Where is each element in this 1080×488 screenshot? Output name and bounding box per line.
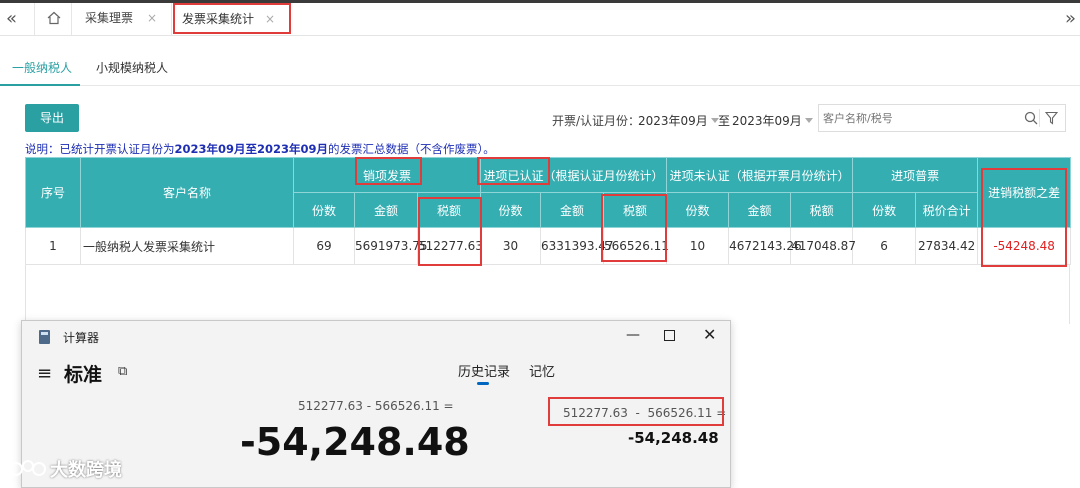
cell-ord-count: 6 <box>852 227 917 265</box>
maximize-button[interactable] <box>664 330 675 341</box>
table-empty-area <box>25 264 1070 324</box>
watermark-logo-icon <box>9 460 46 476</box>
tab-home[interactable] <box>34 3 72 36</box>
period-to-label: 至 <box>718 114 731 128</box>
tab-invoice-collection-stats[interactable]: 发票采集统计 × <box>173 3 291 34</box>
period-from-value: 2023年09月 <box>638 114 708 128</box>
tabs-scroll-left-button[interactable]: « <box>6 8 17 29</box>
period-to-select[interactable]: 2023年09月 <box>732 112 813 129</box>
column-header-count: 份数 <box>293 192 355 228</box>
cell-sales-count: 69 <box>293 227 355 265</box>
column-group-sales: 销项发票 <box>292 157 482 193</box>
export-button[interactable]: 导出 <box>25 104 79 132</box>
cell-sales-amount: 5691973.75 <box>354 227 428 265</box>
tab-general-taxpayer[interactable]: 一般纳税人 <box>12 59 72 76</box>
column-header-count: 份数 <box>666 192 730 228</box>
close-button[interactable]: ✕ <box>703 325 716 344</box>
calculator-window: 计算器 — ✕ ≡ 标准 ⧉ 历史记录 记忆 512277.63 - 56652… <box>21 320 731 488</box>
column-header-count: 份数 <box>480 192 542 228</box>
calculator-mode-title: 标准 <box>64 364 103 386</box>
divider <box>1039 109 1040 127</box>
cell-ord-total: 27834.42 <box>915 227 979 265</box>
period-to-value: 2023年09月 <box>732 114 802 128</box>
invoice-stats-table: 序号 客户名称 销项发票 进项已认证（根据认证月份统计） 进项未认证（根据开票月… <box>25 157 1072 265</box>
cell-uncert-amount: 4672143.26 <box>728 227 802 265</box>
cell-cert-count: 30 <box>480 227 542 265</box>
history-result[interactable]: -54,248.48 <box>628 429 719 447</box>
column-group-input-ordinary: 进项普票 <box>852 157 979 193</box>
active-tab-indicator <box>0 84 80 86</box>
home-icon <box>47 11 61 25</box>
note-range: 2023年09月至2023年09月 <box>174 142 329 156</box>
column-header-total: 税价合计 <box>915 192 979 228</box>
column-header-count: 份数 <box>852 192 917 228</box>
tab-bar: « 采集理票 × 发票采集统计 × » <box>0 3 1080 36</box>
note-suffix: 的发票汇总数据（不含作废票）。 <box>328 142 495 156</box>
tab-memory[interactable]: 记忆 <box>529 361 555 380</box>
filter-icon[interactable] <box>1045 111 1058 125</box>
tab-close-icon[interactable]: × <box>265 5 275 33</box>
tab-label: 发票采集统计 <box>182 12 255 26</box>
search-input[interactable] <box>823 110 1013 126</box>
cell-cert-tax: 566526.11 <box>603 227 669 265</box>
watermark-text: 大数跨境 <box>50 460 122 481</box>
table-row[interactable]: 1 一般纳税人发票采集统计 69 5691973.75 512277.63 30… <box>25 227 1072 265</box>
period-from-select[interactable]: 2023年09月 <box>638 112 719 129</box>
cell-tax-diff: -54248.48 <box>977 227 1072 265</box>
calculator-title: 计算器 <box>63 331 100 345</box>
cell-uncert-tax: 417048.87 <box>790 227 856 265</box>
history-expression[interactable]: 512277.63 - 566526.11 = <box>563 406 726 420</box>
minimize-button[interactable]: — <box>626 327 640 343</box>
cell-uncert-count: 10 <box>666 227 730 265</box>
column-header-tax: 税额 <box>603 192 668 228</box>
tabs-scroll-right-button[interactable]: » <box>1065 8 1076 29</box>
column-header-tax: 税额 <box>416 192 482 228</box>
column-header-customer: 客户名称 <box>80 157 294 228</box>
column-header-diff: 进销税额之差 <box>977 157 1072 228</box>
column-header-seq: 序号 <box>25 157 81 228</box>
active-tab-indicator <box>477 382 489 385</box>
period-label: 开票/认证月份： <box>552 114 641 128</box>
column-group-input-certified: 进项已认证（根据认证月份统计） <box>480 157 668 193</box>
calculator-expression: 512277.63 - 566526.11 = <box>298 399 454 413</box>
keep-on-top-icon[interactable]: ⧉ <box>118 364 127 379</box>
tab-collect-tickets[interactable]: 采集理票 × <box>72 3 172 36</box>
column-group-input-uncertified: 进项未认证（根据开票月份统计） <box>666 157 854 193</box>
chevron-down-icon <box>804 118 813 123</box>
note-prefix: 说明：已统计开票认证月份为 <box>25 142 175 156</box>
search-icon[interactable] <box>1024 111 1038 125</box>
tab-history[interactable]: 历史记录 <box>458 361 510 380</box>
cell-sales-tax: 512277.63 <box>416 227 483 265</box>
customer-search-box <box>818 104 1066 132</box>
tab-close-icon[interactable]: × <box>147 3 157 34</box>
column-header-tax: 税额 <box>790 192 854 228</box>
tab-small-scale-taxpayer[interactable]: 小规模纳税人 <box>96 59 168 76</box>
cell-seq: 1 <box>25 227 81 265</box>
calculator-app-icon <box>39 330 50 344</box>
column-header-amount: 金额 <box>728 192 792 228</box>
calculator-titlebar[interactable]: 计算器 — ✕ <box>22 321 730 353</box>
calculator-result: -54,248.48 <box>240 420 470 464</box>
summary-note: 说明：已统计开票认证月份为2023年09月至2023年09月的发票汇总数据（不含… <box>25 141 495 157</box>
hamburger-menu-icon[interactable]: ≡ <box>37 363 52 384</box>
taxpayer-type-tabs: 一般纳税人 小规模纳税人 <box>0 48 1080 86</box>
cell-cert-amount: 6331393.47 <box>540 227 614 265</box>
tab-label: 采集理票 <box>85 11 134 25</box>
cell-customer: 一般纳税人发票采集统计 <box>80 227 294 265</box>
column-header-amount: 金额 <box>354 192 418 228</box>
column-header-amount: 金额 <box>540 192 605 228</box>
